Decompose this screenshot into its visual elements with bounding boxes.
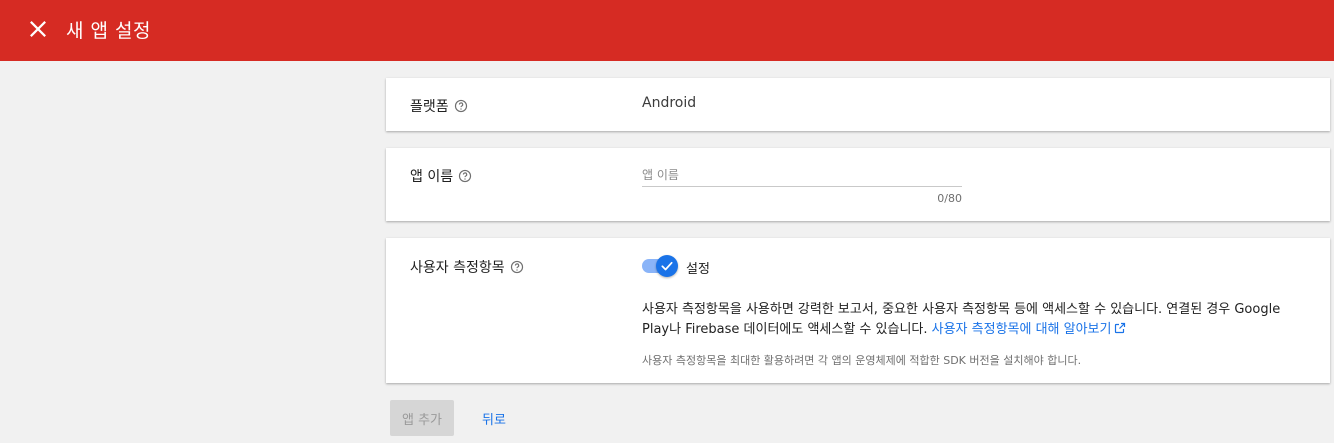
learn-more-link[interactable]: 사용자 측정항목에 대해 알아보기 — [932, 322, 1127, 337]
user-metrics-label: 사용자 측정항목 — [410, 260, 505, 276]
app-name-label-row: 앱 이름 — [410, 166, 472, 186]
toggle-thumb — [656, 255, 678, 277]
top-app-bar: 새 앱 설정 — [0, 0, 1334, 61]
external-link-icon — [1115, 322, 1126, 334]
char-counter: 0/80 — [937, 192, 962, 205]
platform-value: Android — [642, 95, 697, 111]
platform-label-row: 플랫폼 — [410, 96, 468, 116]
app-name-label: 앱 이름 — [410, 169, 454, 185]
add-app-button[interactable]: 앱 추가 — [390, 400, 454, 436]
platform-label: 플랫폼 — [410, 99, 449, 115]
help-circle-icon[interactable] — [458, 169, 472, 183]
learn-more-link-text: 사용자 측정항목에 대해 알아보기 — [931, 322, 1112, 337]
platform-card: 플랫폼 Android — [386, 78, 1330, 131]
toggle-label: 설정 — [686, 262, 710, 277]
user-metrics-toggle[interactable] — [642, 254, 678, 277]
back-button[interactable]: 뒤로 — [474, 400, 514, 436]
app-name-input[interactable] — [642, 163, 962, 187]
check-icon — [661, 261, 673, 271]
user-metrics-card: 사용자 측정항목 설정 사용자 측정항목을 사용하면 강력한 보고서, 중요한 … — [386, 238, 1330, 383]
user-metrics-label-row: 사용자 측정항목 — [410, 257, 524, 277]
help-circle-icon[interactable] — [510, 260, 524, 274]
page-title: 새 앱 설정 — [66, 20, 151, 42]
sdk-note: 사용자 측정항목을 최대한 활용하려면 각 앱의 운영체제에 적합한 SDK 버… — [642, 354, 1082, 367]
app-name-card: 앱 이름 0/80 — [386, 148, 1330, 221]
help-circle-icon[interactable] — [454, 99, 468, 113]
close-icon[interactable] — [27, 18, 49, 40]
user-metrics-description: 사용자 측정항목을 사용하면 강력한 보고서, 중요한 사용자 측정항목 등에 … — [642, 300, 1302, 340]
